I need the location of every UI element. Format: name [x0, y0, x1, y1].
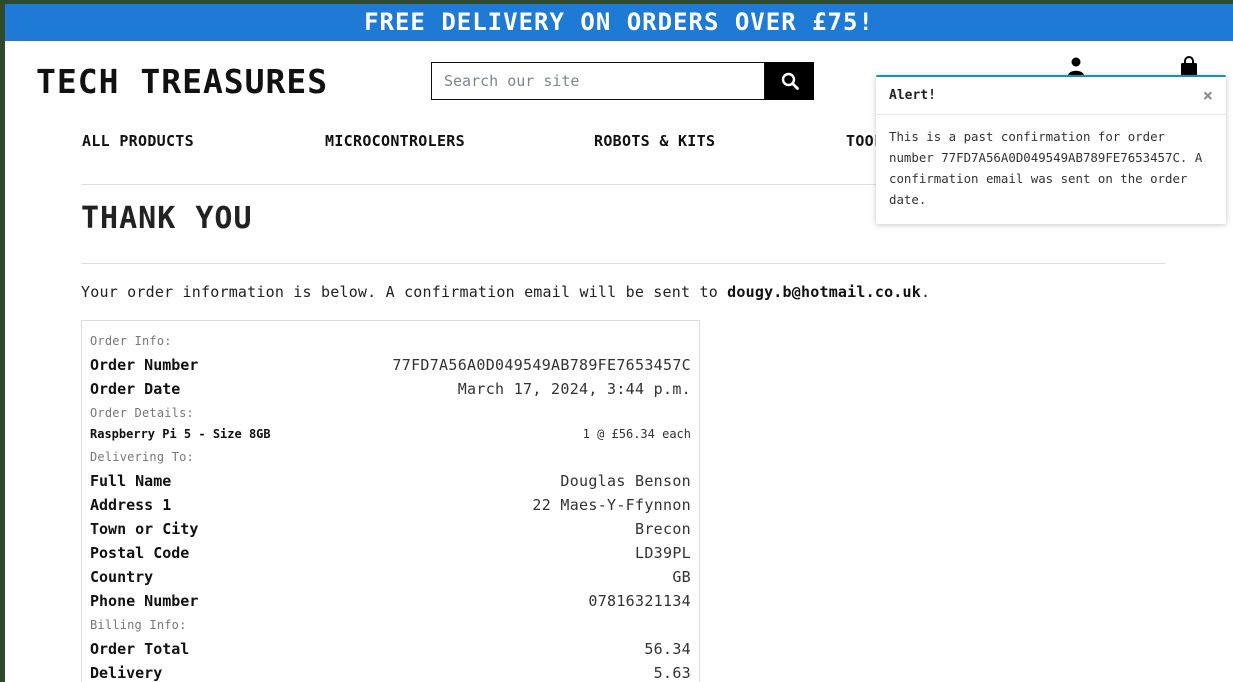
search-form	[431, 62, 814, 100]
town-label: Town or City	[90, 520, 199, 538]
toast-title: Alert!	[889, 88, 936, 103]
country-label: Country	[90, 568, 154, 586]
banner-text: FREE DELIVERY ON ORDERS OVER £75!	[364, 8, 874, 36]
divider	[81, 263, 1165, 264]
search-input[interactable]	[431, 62, 765, 100]
item-name: Raspberry Pi 5 - Size 8GB	[90, 427, 271, 441]
full-name-row: Full Name Douglas Benson	[90, 472, 691, 490]
order-total-label: Order Total	[90, 640, 190, 658]
info-prefix: Your order information is below. A confi…	[81, 283, 728, 301]
order-info-heading: Order Info:	[90, 334, 172, 348]
order-date-value: March 17, 2024, 3:44 p.m.	[457, 380, 691, 398]
site-logo[interactable]: TECH TREASURES	[36, 62, 328, 101]
billing-info-heading: Billing Info:	[90, 618, 187, 632]
order-date-row: Order Date March 17, 2024, 3:44 p.m.	[90, 380, 691, 398]
postal-code-value: LD39PL	[635, 544, 691, 562]
alert-toast: Alert! × This is a past confirmation for…	[876, 75, 1226, 224]
search-icon	[781, 72, 799, 90]
search-button[interactable]	[765, 62, 814, 100]
phone-row: Phone Number 07816321134	[90, 592, 691, 610]
address1-label: Address 1	[90, 496, 172, 514]
phone-label: Phone Number	[90, 592, 199, 610]
town-value: Brecon	[635, 520, 691, 538]
order-number-value: 77FD7A56A0D049549AB789FE7653457C	[392, 356, 691, 374]
postal-code-row: Postal Code LD39PL	[90, 544, 691, 562]
page-frame: FREE DELIVERY ON ORDERS OVER £75! TECH T…	[5, 4, 1233, 682]
order-summary-card: Order Info: Order Number 77FD7A56A0D0495…	[81, 320, 700, 682]
delivery-row: Delivery 5.63	[90, 664, 691, 682]
order-number-label: Order Number	[90, 356, 199, 374]
order-info-message: Your order information is below. A confi…	[81, 283, 930, 301]
full-name-label: Full Name	[90, 472, 172, 490]
delivering-to-heading: Delivering To:	[90, 450, 194, 464]
free-delivery-banner: FREE DELIVERY ON ORDERS OVER £75!	[5, 4, 1233, 41]
nav-microcontrollers[interactable]: MICROCONTROLERS	[325, 132, 465, 150]
page-title: THANK YOU	[81, 201, 253, 236]
order-total-row: Order Total 56.34	[90, 640, 691, 658]
line-item-row: Raspberry Pi 5 - Size 8GB 1 @ £56.34 eac…	[90, 427, 691, 441]
phone-value: 07816321134	[588, 592, 691, 610]
full-name-value: Douglas Benson	[560, 472, 691, 490]
item-qty-price: 1 @ £56.34 each	[582, 427, 691, 441]
nav-all-products[interactable]: ALL PRODUCTS	[82, 132, 194, 150]
customer-email: dougy.b@hotmail.co.uk	[727, 283, 922, 301]
toast-header: Alert! ×	[876, 77, 1226, 115]
town-row: Town or City Brecon	[90, 520, 691, 538]
nav-robots-kits[interactable]: ROBOTS & KITS	[594, 132, 715, 150]
toast-message: This is a past confirmation for order nu…	[889, 129, 1203, 207]
order-date-label: Order Date	[90, 380, 181, 398]
address1-row: Address 1 22 Maes-Y-Ffynnon	[90, 496, 691, 514]
country-value: GB	[672, 568, 691, 586]
close-icon[interactable]: ×	[1203, 86, 1213, 106]
info-suffix: .	[921, 283, 931, 301]
delivery-value: 5.63	[653, 664, 691, 682]
country-row: Country GB	[90, 568, 691, 586]
delivery-label: Delivery	[90, 664, 163, 682]
order-details-heading: Order Details:	[90, 406, 194, 420]
postal-code-label: Postal Code	[90, 544, 190, 562]
address1-value: 22 Maes-Y-Ffynnon	[532, 496, 691, 514]
order-number-row: Order Number 77FD7A56A0D049549AB789FE765…	[90, 356, 691, 374]
order-total-value: 56.34	[644, 640, 691, 658]
